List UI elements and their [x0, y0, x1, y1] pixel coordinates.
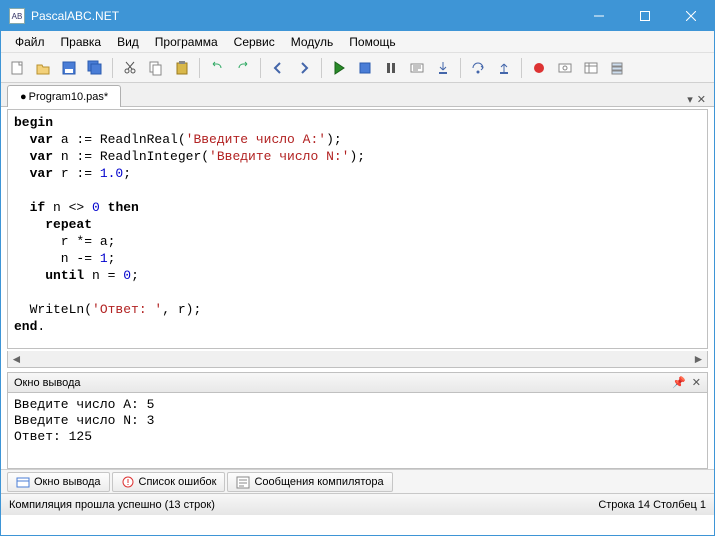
- save-button[interactable]: [57, 56, 81, 80]
- save-all-icon: [87, 60, 103, 76]
- copy-button[interactable]: [144, 56, 168, 80]
- compile-icon: [409, 60, 425, 76]
- undo-icon: [209, 60, 225, 76]
- stop-button[interactable]: [353, 56, 377, 80]
- run-button[interactable]: [327, 56, 351, 80]
- tab-close-icon[interactable]: ✕: [697, 93, 706, 106]
- run-icon: [331, 60, 347, 76]
- step-over-button[interactable]: [466, 56, 490, 80]
- step-out-button[interactable]: [492, 56, 516, 80]
- maximize-button[interactable]: [622, 1, 668, 31]
- toolbar-separator: [112, 58, 113, 78]
- menu-правка[interactable]: Правка: [53, 32, 110, 52]
- menu-файл[interactable]: Файл: [7, 32, 53, 52]
- undo-button[interactable]: [205, 56, 229, 80]
- step-into-icon: [435, 60, 451, 76]
- bottom-tab-2[interactable]: Сообщения компилятора: [227, 472, 392, 492]
- output-panel-header: Окно вывода 📌 ✕: [7, 372, 708, 393]
- output-panel[interactable]: Введите число A: 5 Введите число N: 3 От…: [7, 393, 708, 469]
- cut-icon: [122, 60, 138, 76]
- cut-button[interactable]: [118, 56, 142, 80]
- close-button[interactable]: [668, 1, 714, 31]
- bottom-tab-1[interactable]: Список ошибок: [112, 472, 226, 492]
- redo-icon: [235, 60, 251, 76]
- new-file-button[interactable]: [5, 56, 29, 80]
- menubar: ФайлПравкаВидПрограммаСервисМодульПомощь: [1, 31, 714, 53]
- new-file-icon: [9, 60, 25, 76]
- callstack-button[interactable]: [605, 56, 629, 80]
- watch-button[interactable]: [553, 56, 577, 80]
- toolbar-separator: [260, 58, 261, 78]
- pause-icon: [383, 60, 399, 76]
- step-over-icon: [470, 60, 486, 76]
- titlebar: AB PascalABC.NET: [1, 1, 714, 31]
- open-file-icon: [35, 60, 51, 76]
- breakpoint-button[interactable]: [527, 56, 551, 80]
- paste-button[interactable]: [170, 56, 194, 80]
- toolbar-separator: [521, 58, 522, 78]
- menu-модуль[interactable]: Модуль: [283, 32, 342, 52]
- toolbar-separator: [321, 58, 322, 78]
- status-bar: Компиляция прошла успешно (13 строк) Стр…: [1, 493, 714, 515]
- save-all-button[interactable]: [83, 56, 107, 80]
- scroll-left-icon[interactable]: ◄: [8, 352, 25, 367]
- bottom-tab-icon-1: [121, 475, 135, 489]
- bottom-tab-0[interactable]: Окно вывода: [7, 472, 110, 492]
- menu-сервис[interactable]: Сервис: [226, 32, 283, 52]
- locals-button[interactable]: [579, 56, 603, 80]
- step-into-button[interactable]: [431, 56, 455, 80]
- status-cursor-pos: Строка 14 Столбец 1: [598, 499, 706, 511]
- pause-button[interactable]: [379, 56, 403, 80]
- paste-icon: [174, 60, 190, 76]
- menu-помощь[interactable]: Помощь: [341, 32, 403, 52]
- copy-icon: [148, 60, 164, 76]
- open-file-button[interactable]: [31, 56, 55, 80]
- nav-fwd-icon: [296, 60, 312, 76]
- save-icon: [61, 60, 77, 76]
- step-out-icon: [496, 60, 512, 76]
- minimize-button[interactable]: [576, 1, 622, 31]
- toolbar: [1, 53, 714, 83]
- menu-вид[interactable]: Вид: [109, 32, 147, 52]
- watch-icon: [557, 60, 573, 76]
- toolbar-separator: [460, 58, 461, 78]
- menu-программа[interactable]: Программа: [147, 32, 226, 52]
- compile-button[interactable]: [405, 56, 429, 80]
- bottom-tab-strip: Окно выводаСписок ошибокСообщения компил…: [1, 469, 714, 493]
- tab-program10[interactable]: ● Program10.pas*: [7, 85, 121, 107]
- code-editor[interactable]: begin var a := ReadlnReal('Введите число…: [7, 109, 708, 349]
- output-panel-title: Окно вывода: [14, 377, 81, 389]
- breakpoint-icon: [531, 60, 547, 76]
- tab-label: Program10.pas*: [29, 91, 109, 103]
- scroll-right-icon[interactable]: ►: [690, 352, 707, 367]
- redo-button[interactable]: [231, 56, 255, 80]
- bottom-tab-icon-0: [16, 475, 30, 489]
- status-message: Компиляция прошла успешно (13 строк): [9, 499, 215, 511]
- scroll-track[interactable]: [25, 352, 690, 367]
- callstack-icon: [609, 60, 625, 76]
- modified-dot-icon: ●: [20, 91, 27, 103]
- toolbar-separator: [199, 58, 200, 78]
- app-title: PascalABC.NET: [31, 9, 576, 23]
- nav-fwd-button[interactable]: [292, 56, 316, 80]
- locals-icon: [583, 60, 599, 76]
- stop-icon: [357, 60, 373, 76]
- nav-back-button[interactable]: [266, 56, 290, 80]
- tab-dropdown-icon[interactable]: ▾: [687, 93, 693, 106]
- tab-strip: ● Program10.pas* ▾ ✕: [1, 83, 714, 107]
- nav-back-icon: [270, 60, 286, 76]
- output-close-icon[interactable]: ✕: [692, 376, 701, 389]
- horizontal-scrollbar[interactable]: ◄ ►: [7, 351, 708, 368]
- app-icon: AB: [9, 8, 25, 24]
- pin-icon[interactable]: 📌: [672, 376, 686, 389]
- bottom-tab-icon-2: [236, 475, 250, 489]
